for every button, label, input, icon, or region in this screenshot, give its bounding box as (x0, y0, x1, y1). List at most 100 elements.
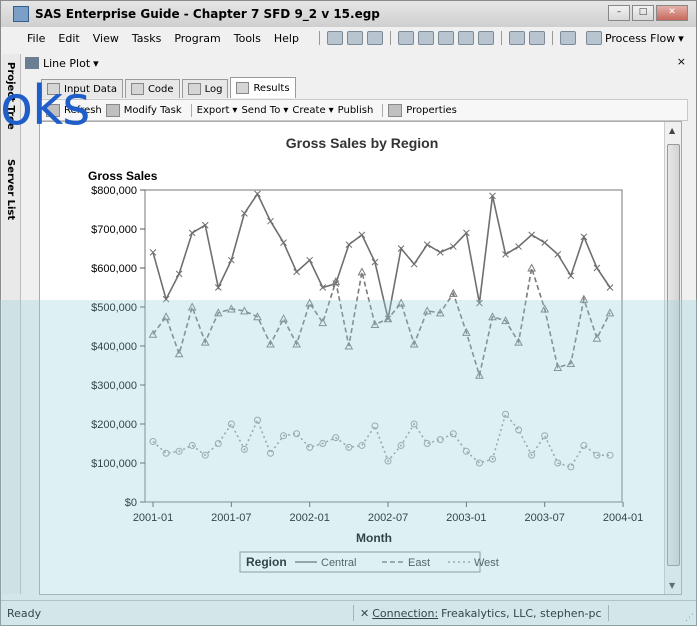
publish-button[interactable]: Publish (338, 105, 374, 116)
process-flow-icon (585, 31, 602, 45)
open-icon[interactable] (346, 31, 363, 45)
y-tick-label: $600,000 (91, 263, 137, 275)
y-tick-label: $700,000 (91, 224, 137, 236)
line-chart: Gross Sales by Region Gross Sales Month … (88, 135, 643, 573)
vertical-scrollbar[interactable]: ▲ ▼ (664, 122, 681, 594)
x-tick-label: 2002-07 (368, 512, 408, 524)
print-icon[interactable] (397, 31, 414, 45)
status-text: Ready (7, 606, 42, 620)
series-line-east (152, 267, 611, 379)
data-point-central (541, 239, 549, 247)
data-point-west (358, 441, 366, 449)
app-window: SAS Enterprise Guide - Chapter 7 SFD 9_2… (0, 0, 697, 626)
data-point-west (462, 447, 470, 455)
data-point-west (214, 440, 222, 447)
x-tick-label: 2002-01 (289, 512, 329, 524)
tab-label: Log (204, 83, 223, 95)
y-tick-label: $300,000 (91, 380, 137, 392)
send-to-menu[interactable]: Send To ▾ (241, 105, 288, 116)
cut-icon[interactable] (417, 31, 434, 45)
app-icon (13, 6, 29, 22)
panel-dropdown-icon[interactable]: ▾ (93, 57, 99, 70)
data-point-central (423, 241, 431, 248)
title-bar[interactable]: SAS Enterprise Guide - Chapter 7 SFD 9_2… (1, 1, 696, 27)
data-point-central (306, 256, 314, 264)
project-tree-tab[interactable]: Project Tree (5, 62, 16, 130)
data-point-central (436, 249, 444, 256)
y-tick-label: $800,000 (91, 185, 137, 197)
data-point-west (162, 449, 170, 457)
series-line-central (152, 192, 611, 319)
menu-edit[interactable]: Edit (58, 32, 79, 45)
undo-icon[interactable] (508, 31, 525, 45)
paste-icon[interactable] (457, 31, 474, 45)
process-flow-button[interactable]: Process Flow ▾ (585, 31, 684, 45)
legend-label-east: East (408, 557, 430, 569)
tab-label: Results (253, 82, 290, 94)
menu-tasks[interactable]: Tasks (132, 32, 161, 45)
tab-code[interactable]: Code (124, 79, 180, 98)
create-menu[interactable]: Create ▾ (292, 105, 333, 116)
data-point-east (592, 333, 602, 342)
toolbar-separator (551, 31, 553, 45)
y-tick-label: $0 (125, 497, 137, 509)
menu-tools[interactable]: Tools (234, 32, 261, 45)
chart-title: Gross Sales by Region (286, 135, 439, 151)
resize-grip-icon[interactable]: ⋰ (685, 613, 694, 623)
panel-close-button[interactable]: × (677, 55, 686, 68)
process-flow-label: Process Flow (604, 31, 676, 45)
table-icon (47, 83, 60, 95)
data-point-west (306, 443, 314, 451)
data-point-central (254, 190, 261, 198)
data-point-west (449, 430, 457, 438)
chevron-down-icon: ▾ (678, 31, 684, 45)
data-point-west (475, 459, 483, 467)
connection-status[interactable]: ✕ Connection: Freakalytics, LLC, stephen… (353, 605, 609, 621)
chevron-down-icon: ▾ (232, 104, 238, 116)
y-tick-label: $500,000 (91, 302, 137, 314)
menu-help[interactable]: Help (274, 32, 299, 45)
toolbar-separator (318, 31, 320, 45)
command-separator (190, 103, 192, 117)
maximize-button[interactable]: □ (632, 5, 654, 21)
scroll-up-icon[interactable]: ▲ (669, 126, 675, 135)
export-label: Export (196, 104, 230, 116)
modify-task-button[interactable]: Modify Task (105, 103, 182, 117)
export-menu[interactable]: Export ▾ (197, 105, 238, 116)
data-point-east (279, 314, 288, 323)
copy-icon[interactable] (437, 31, 454, 45)
menu-program[interactable]: Program (174, 32, 220, 45)
redo-icon[interactable] (528, 31, 545, 45)
delete-icon[interactable] (477, 31, 494, 45)
task-tabs: Input Data Code Log Results (41, 77, 298, 98)
close-window-button[interactable]: ✕ (656, 5, 688, 21)
data-point-west (515, 426, 523, 434)
data-point-central (606, 284, 614, 291)
tab-input-data[interactable]: Input Data (41, 79, 123, 98)
data-point-central (593, 264, 601, 272)
data-point-west (253, 416, 261, 424)
add-data-icon[interactable] (366, 31, 383, 45)
log-icon (187, 83, 201, 95)
legend-label-central: Central (321, 557, 356, 569)
scroll-down-icon[interactable]: ▼ (669, 581, 675, 590)
menu-file[interactable]: File (27, 32, 45, 45)
data-point-west (580, 441, 588, 449)
data-point-central (293, 268, 300, 276)
tab-log[interactable]: Log (181, 79, 229, 98)
scrollbar-thumb[interactable] (667, 144, 680, 566)
tab-label: Input Data (64, 83, 117, 95)
tab-results[interactable]: Results (230, 77, 296, 98)
window-layout-icon[interactable] (559, 31, 576, 45)
code-icon (130, 83, 144, 95)
y-tick-label: $200,000 (91, 419, 137, 431)
x-tick-label: 2001-07 (211, 512, 251, 524)
new-icon[interactable] (326, 31, 343, 45)
toolbar-separator (389, 31, 391, 45)
properties-button[interactable]: Properties (388, 103, 457, 117)
menu-view[interactable]: View (93, 32, 119, 45)
server-list-tab[interactable]: Server List (5, 159, 16, 220)
panel-title[interactable]: Line Plot (43, 57, 90, 70)
refresh-button[interactable]: Refresh (46, 103, 102, 117)
minimize-button[interactable]: – (608, 5, 630, 21)
